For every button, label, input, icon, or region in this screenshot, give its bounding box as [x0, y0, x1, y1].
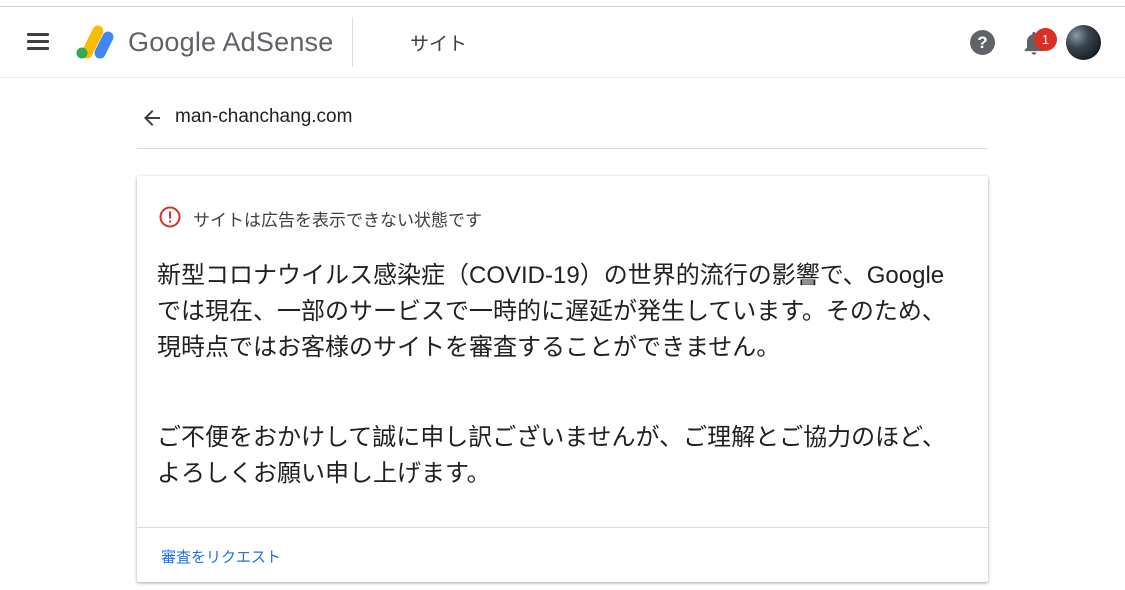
- menu-icon[interactable]: [26, 33, 50, 53]
- avatar[interactable]: [1066, 25, 1101, 60]
- help-icon[interactable]: ?: [970, 30, 995, 55]
- request-review-button[interactable]: 審査をリクエスト: [161, 546, 281, 567]
- site-name: man-chanchang.com: [175, 106, 353, 127]
- apology-paragraph: ご不便をおかけして誠に申し訳ございませんが、ご理解とご協力のほど、よろしくお願い…: [157, 424, 946, 487]
- error-icon: [159, 206, 181, 228]
- app-header: Google AdSense サイト ? 1: [0, 7, 1125, 78]
- page-title: サイト: [410, 34, 468, 55]
- card-divider: [137, 527, 988, 528]
- adsense-logo-icon: [76, 25, 114, 59]
- covid-notice-paragraph: 新型コロナウイルス感染症（COVID-19）の世界的流行の影響で、Google …: [157, 262, 946, 361]
- back-arrow-icon[interactable]: [140, 106, 164, 130]
- notification-badge: 1: [1034, 28, 1057, 51]
- site-status-card: サイトは広告を表示できない状態です 新型コロナウイルス感染症（COVID-19）…: [137, 176, 988, 582]
- brand-name: Google AdSense: [128, 27, 334, 57]
- section-divider: [137, 148, 988, 149]
- header-divider: [352, 17, 353, 67]
- window-top-edge: [0, 0, 1125, 7]
- status-message: サイトは広告を表示できない状態です: [193, 211, 482, 230]
